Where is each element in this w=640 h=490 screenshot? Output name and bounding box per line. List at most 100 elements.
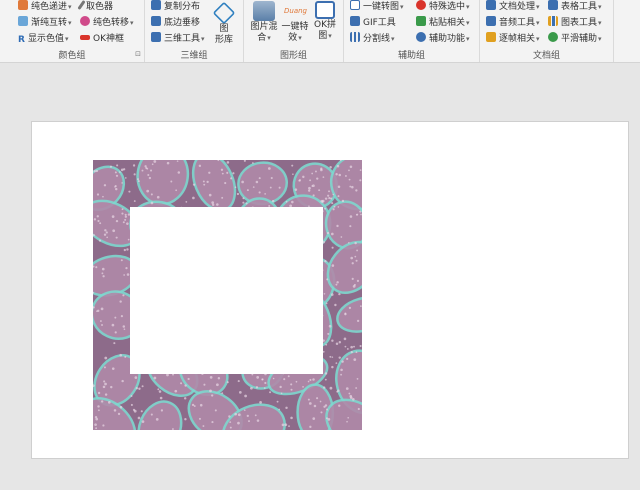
pattern-dot	[105, 231, 108, 234]
pattern-dot	[271, 199, 275, 203]
one-click-image-button[interactable]: 一键转图▾	[350, 0, 404, 14]
pattern-dot	[356, 213, 359, 216]
pattern-dot	[177, 171, 181, 174]
smooth-assist-button[interactable]: 平滑辅助▾	[548, 32, 602, 46]
copy-distribute-button[interactable]: 复制分布	[151, 0, 200, 14]
pattern-dot	[328, 196, 331, 200]
pattern-dot	[338, 341, 342, 344]
pattern-dot	[337, 206, 340, 208]
gif-tool-button[interactable]: GIF工具	[350, 16, 396, 30]
eyedropper-button[interactable]: 取色器	[77, 0, 113, 14]
pattern-dot	[264, 193, 266, 195]
pattern-dot	[121, 208, 124, 211]
pattern-dot	[320, 167, 323, 170]
pattern-dot	[123, 274, 125, 276]
gradient-convert-button[interactable]: 渐纯互转▾	[18, 16, 72, 30]
pattern-dot	[346, 357, 349, 361]
color-progress-button[interactable]: 纯色递进▾	[18, 0, 72, 14]
pattern-dot	[111, 323, 115, 327]
pattern-dot	[309, 179, 312, 182]
pattern-dot	[356, 249, 359, 252]
pattern-dot	[350, 350, 353, 354]
document-process-button[interactable]: 文档处理▾	[486, 0, 540, 14]
color-transfer-button[interactable]: 纯色转移▾	[80, 16, 134, 30]
pattern-dot	[290, 383, 293, 386]
pattern-dot	[329, 386, 333, 390]
assist-function-button[interactable]: 辅助功能▾	[416, 32, 470, 46]
pattern-dot	[360, 213, 362, 216]
show-color-value-button[interactable]: R 显示色值▾	[18, 32, 68, 46]
ok-puzzle-button[interactable]: OK拼 图▾	[310, 1, 340, 42]
chart-tool-button[interactable]: 图表工具▾	[548, 16, 602, 30]
pattern-dot	[338, 173, 342, 177]
pattern-dot	[203, 183, 206, 186]
pattern-dot	[340, 236, 343, 238]
pattern-dot	[290, 388, 293, 391]
pattern-dot	[287, 375, 290, 378]
pattern-dot	[309, 425, 312, 428]
pattern-dot	[324, 207, 327, 210]
pattern-dot	[324, 404, 328, 407]
pattern-dot	[97, 405, 100, 408]
pattern-dot	[203, 383, 206, 386]
pattern-dot	[246, 189, 249, 192]
image-blend-button[interactable]: 图片混 合▾	[248, 1, 280, 44]
frame-by-frame-icon	[486, 32, 496, 42]
ok-frame-button[interactable]: OK神框	[80, 32, 124, 46]
pattern-dot	[183, 397, 187, 400]
3d-tool-button[interactable]: 三维工具▾	[151, 32, 205, 46]
split-line-button[interactable]: 分割线▾	[350, 32, 395, 46]
pattern-dot	[151, 163, 154, 166]
color-progress-label: 纯色递进	[31, 2, 68, 12]
paste-button[interactable]: 粘贴相关▾	[416, 16, 470, 30]
pattern-dot	[93, 169, 96, 173]
pattern-dot	[150, 193, 153, 196]
pattern-dot	[112, 229, 116, 233]
pattern-dot	[104, 356, 108, 360]
frame-by-frame-button[interactable]: 逐帧相关▾	[486, 32, 540, 46]
picture-cutout	[130, 207, 323, 374]
pattern-dot	[128, 190, 131, 193]
color-group-label: 颜色组	[58, 51, 86, 61]
one-click-effect-button[interactable]: Duang 一键特 效▾	[280, 1, 310, 44]
pattern-dot	[331, 202, 334, 205]
pattern-dot	[104, 382, 107, 386]
image-blend-label-2-text: 合	[257, 33, 267, 43]
pattern-dot	[208, 193, 212, 197]
bottom-shift-button[interactable]: 底边垂移	[151, 16, 200, 30]
show-color-value-label: 显示色值	[27, 34, 64, 44]
special-select-button[interactable]: 特殊选中▾	[416, 0, 470, 14]
one-click-effect-label-2-text: 效	[288, 33, 298, 43]
pattern-dot	[331, 356, 334, 358]
pattern-dot	[110, 385, 113, 389]
pattern-dot	[325, 343, 328, 346]
pattern-dot	[180, 382, 183, 385]
pattern-dot	[245, 202, 248, 205]
pattern-dot	[111, 367, 115, 370]
chevron-down-icon: ▾	[391, 35, 395, 43]
pattern-dot	[101, 324, 103, 326]
shape-library-icon	[212, 1, 236, 25]
shape-library-label-2: 形库	[214, 35, 233, 45]
pattern-dot	[93, 218, 97, 221]
pattern-dot	[202, 180, 205, 183]
pattern-dot	[101, 267, 105, 271]
chevron-down-icon: ▾	[298, 34, 302, 42]
dialog-launcher-icon[interactable]: ⊡	[135, 50, 141, 58]
audio-tool-button[interactable]: 音频工具▾	[486, 16, 540, 30]
pattern-dot	[146, 167, 149, 170]
shape-library-button[interactable]: 图 形库	[211, 1, 237, 46]
pattern-dot	[134, 376, 138, 379]
slide-canvas[interactable]	[31, 121, 629, 459]
pattern-dot	[97, 309, 100, 313]
table-tool-button[interactable]: 表格工具▾	[548, 0, 602, 14]
pattern-dot	[150, 413, 153, 416]
pattern-dot	[349, 185, 352, 188]
pattern-dot	[232, 172, 235, 175]
pattern-dot	[324, 259, 327, 263]
pattern-dot	[343, 337, 347, 341]
pattern-picture[interactable]	[93, 160, 362, 430]
pattern-dot	[121, 379, 124, 383]
pattern-dot	[108, 401, 111, 404]
pattern-dot	[323, 292, 326, 295]
